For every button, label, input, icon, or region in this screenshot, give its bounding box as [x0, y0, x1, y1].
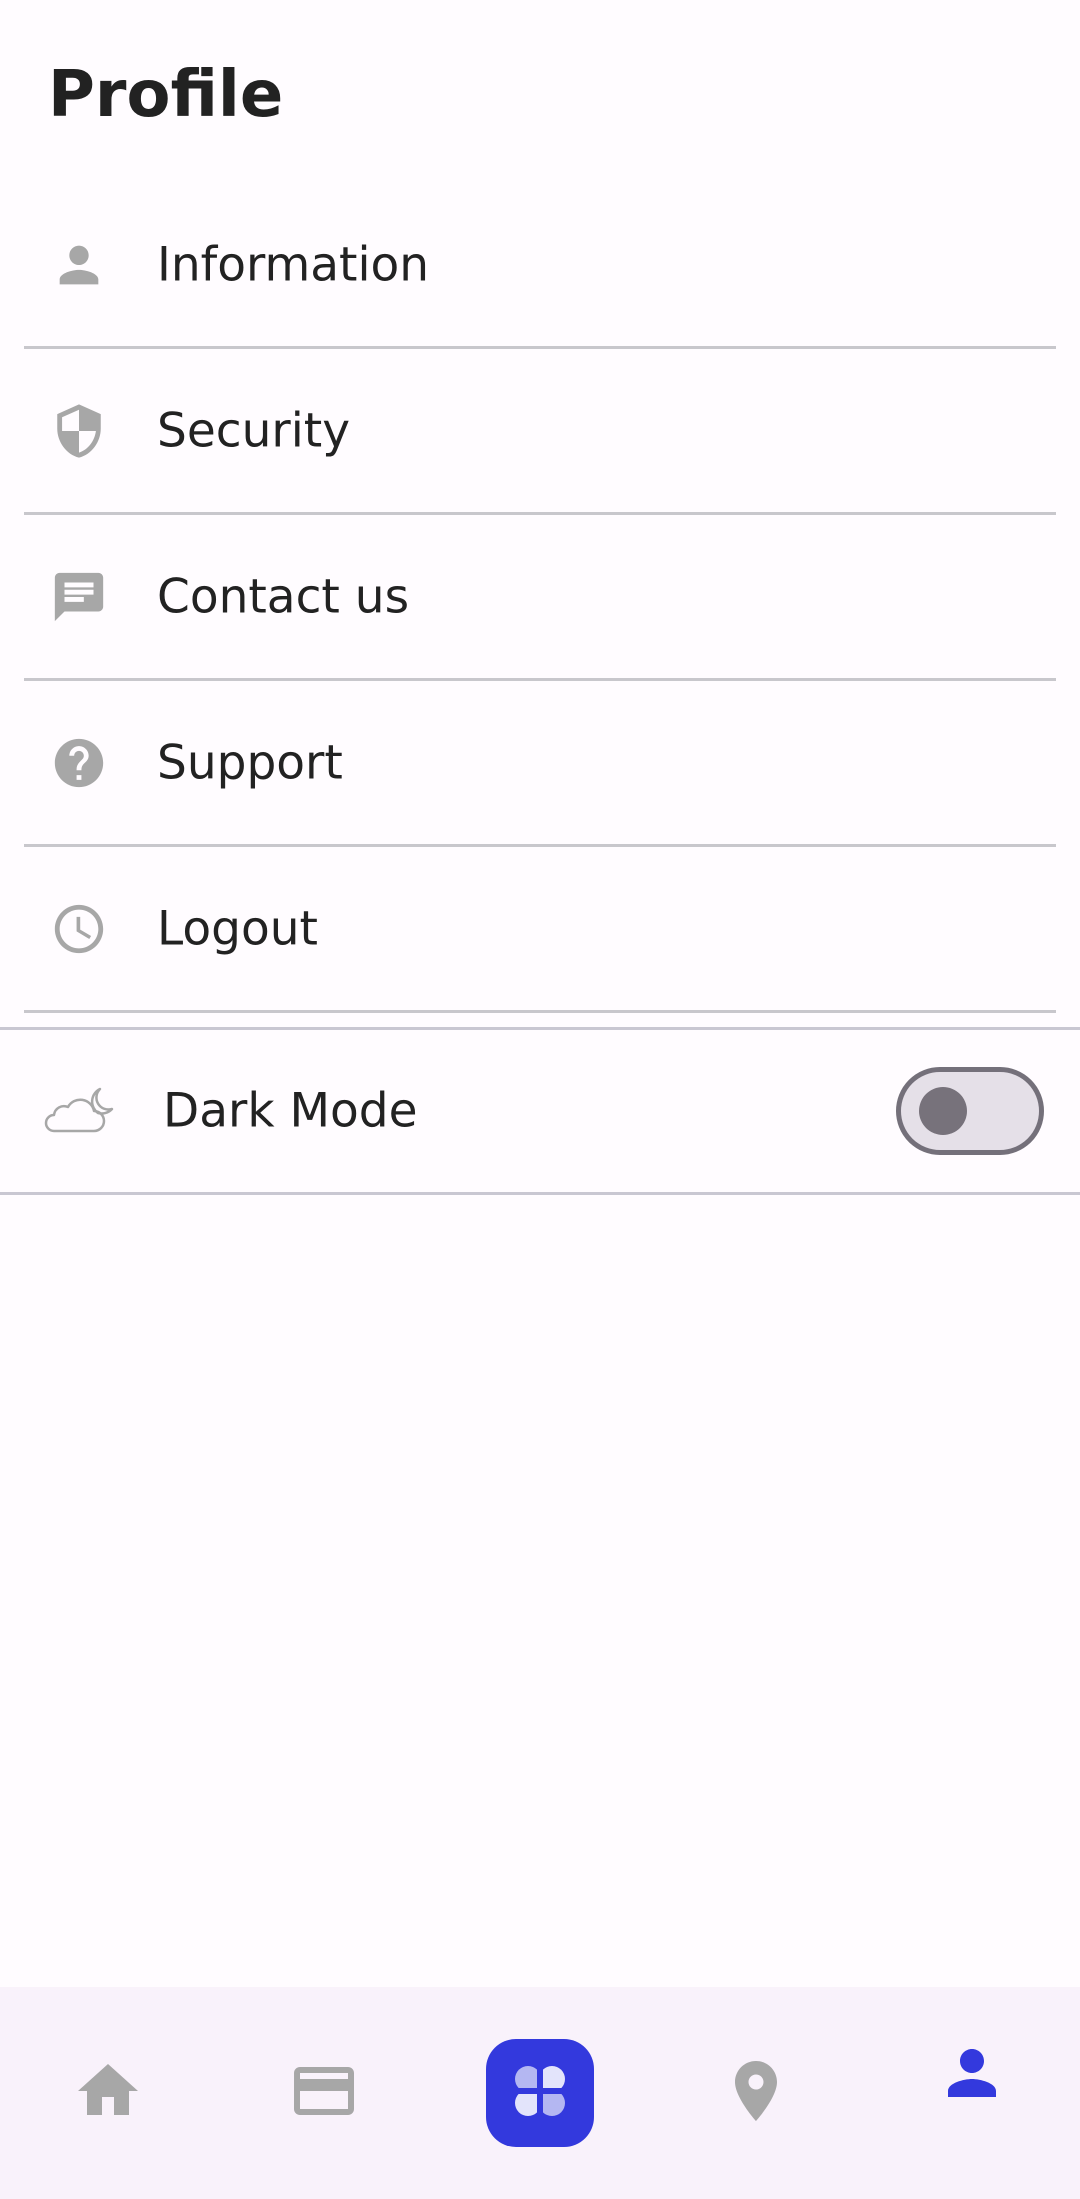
dark-mode-toggle[interactable]: [896, 1067, 1044, 1155]
clover-apps-icon: [508, 2059, 572, 2127]
menu-item-label: Security: [157, 403, 351, 458]
menu-item-label: Contact us: [157, 569, 410, 624]
nav-home-button[interactable]: [68, 2053, 148, 2133]
menu-item-support[interactable]: Support: [24, 681, 1056, 847]
person-icon: [50, 236, 108, 294]
profile-menu: Information Security Contact us Support …: [0, 183, 1080, 1013]
cloud-moon-icon: [40, 1085, 116, 1137]
nav-cards-button[interactable]: [284, 2053, 364, 2133]
nav-location-button[interactable]: [716, 2053, 796, 2133]
menu-item-label: Information: [157, 237, 430, 292]
credit-card-icon: [288, 2055, 360, 2131]
menu-item-security[interactable]: Security: [24, 349, 1056, 515]
toggle-knob: [919, 1087, 967, 1135]
menu-item-information[interactable]: Information: [24, 183, 1056, 349]
menu-item-label: Logout: [157, 901, 318, 956]
menu-item-label: Support: [157, 735, 343, 790]
menu-item-logout[interactable]: Logout: [24, 847, 1056, 1013]
help-icon: [50, 734, 108, 792]
location-pin-icon: [720, 2055, 792, 2131]
message-icon: [50, 568, 108, 626]
nav-apps-button[interactable]: [486, 2039, 594, 2147]
nav-profile-button[interactable]: [932, 2035, 1012, 2115]
person-icon: [936, 2037, 1008, 2113]
clock-icon: [50, 900, 108, 958]
menu-item-contact-us[interactable]: Contact us: [24, 515, 1056, 681]
home-icon: [72, 2055, 144, 2131]
dark-mode-label: Dark Mode: [163, 1083, 418, 1139]
page-title: Profile: [48, 58, 284, 132]
dark-mode-row: Dark Mode: [0, 1027, 1080, 1195]
bottom-navigation: [0, 1987, 1080, 2199]
shield-icon: [50, 402, 108, 460]
